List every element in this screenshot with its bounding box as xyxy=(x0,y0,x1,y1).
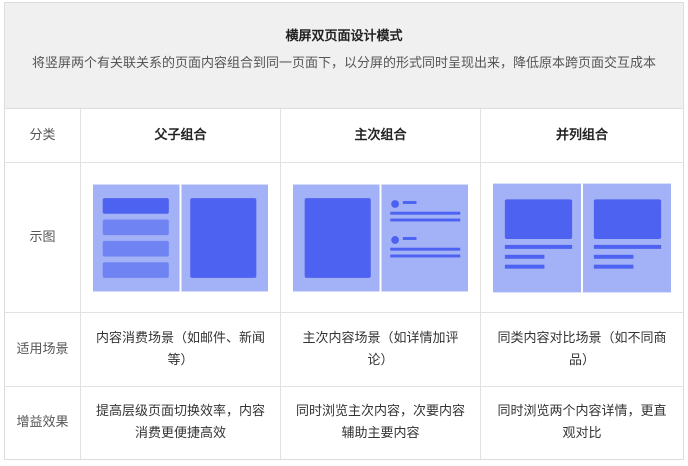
scenario-row: 适用场景 内容消费场景（如邮件、新闻等） 主次内容场景（如详情加评论） 同类内容… xyxy=(5,313,683,387)
primary-secondary-diagram-cell xyxy=(281,163,481,312)
parent-child-scenario: 内容消费场景（如邮件、新闻等） xyxy=(81,313,281,386)
parent-child-benefit: 提高层级页面切换效率，内容消费更便捷高效 xyxy=(81,387,281,459)
parent-child-diagram-cell xyxy=(81,163,281,312)
primary-secondary-header: 主次组合 xyxy=(281,109,481,162)
parallel-diagram-cell xyxy=(481,163,683,312)
table-title: 横屏双页面设计模式 xyxy=(285,29,403,44)
parallel-benefit: 同时浏览两个内容详情，更直观对比 xyxy=(497,404,667,441)
design-mode-table: 横屏双页面设计模式 将竖屏两个有关联关系的页面内容组合到同一页面下，以分屏的形式… xyxy=(4,2,684,460)
parent-child-diagram xyxy=(93,184,268,291)
parent-child-header: 父子组合 xyxy=(81,109,281,162)
table-header: 横屏双页面设计模式 将竖屏两个有关联关系的页面内容组合到同一页面下，以分屏的形式… xyxy=(5,3,683,109)
category-label: 分类 xyxy=(5,109,81,162)
parallel-scenario: 同类内容对比场景（如不同商品） xyxy=(497,330,667,368)
table-description: 将竖屏两个有关联关系的页面内容组合到同一页面下，以分屏的形式同时呈现出来，降低原… xyxy=(31,56,656,71)
parallel-header: 并列组合 xyxy=(555,127,608,143)
primary-secondary-diagram xyxy=(293,184,468,291)
parallel-diagram xyxy=(493,183,671,292)
diagram-label: 示图 xyxy=(5,163,81,312)
primary-secondary-benefit: 同时浏览主次内容，次要内容辅助主要内容 xyxy=(281,387,481,459)
diagram-row: 示图 xyxy=(5,163,683,313)
scenario-label: 适用场景 xyxy=(5,313,81,386)
category-row: 分类 父子组合 主次组合 并列组合 xyxy=(5,109,683,163)
benefit-row: 增益效果 提高层级页面切换效率，内容消费更便捷高效 同时浏览主次内容，次要内容辅… xyxy=(5,387,683,459)
primary-secondary-scenario: 主次内容场景（如详情加评论） xyxy=(281,313,481,386)
benefit-label: 增益效果 xyxy=(5,387,81,459)
